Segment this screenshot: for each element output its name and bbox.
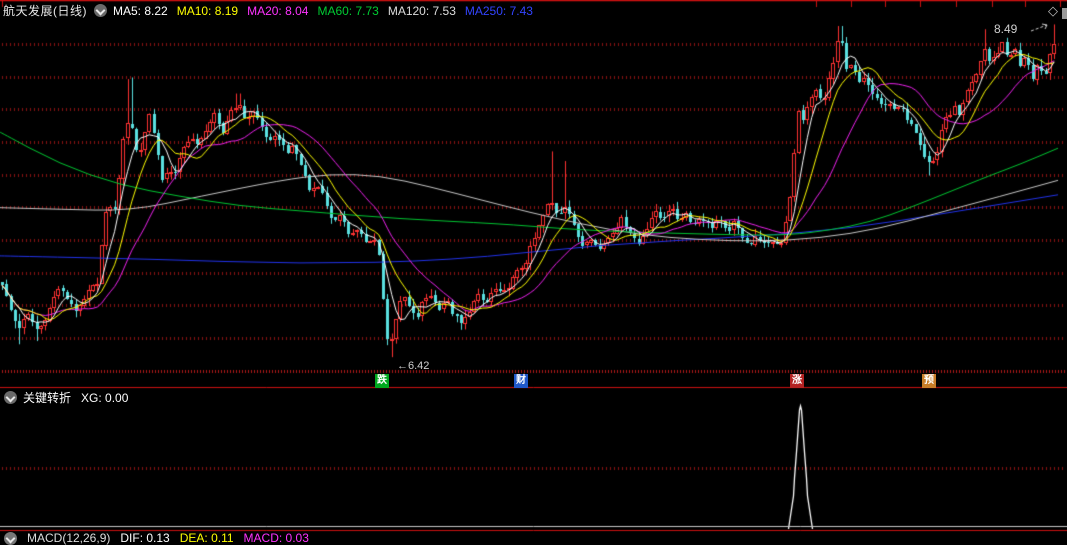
ma20-label: MA20: 8.04 <box>247 3 309 18</box>
macd-chevron-icon[interactable] <box>4 531 17 545</box>
ma5-label: MA5: 8.22 <box>113 3 168 18</box>
low-price-label: ←6.42 <box>397 360 429 372</box>
ma60-label: MA60: 7.73 <box>317 3 379 18</box>
stock-title: 航天发展(日线) <box>3 4 87 18</box>
diamond-marker-icon[interactable]: ◇ <box>1048 3 1058 19</box>
high-price-value: 8.49 <box>994 22 1018 36</box>
dea-label: DEA: 0.11 <box>179 531 234 545</box>
collapse-chevron-icon[interactable] <box>94 4 107 17</box>
low-price-value: 6.42 <box>408 360 430 372</box>
main-chart-canvas[interactable] <box>0 0 1067 537</box>
chevron-down-icon[interactable] <box>4 391 17 404</box>
chart-header: 航天发展(日线) MA5: 8.22 MA10: 8.19 MA20: 8.04… <box>3 2 533 19</box>
macd-header: MACD(12,26,9) DIF: 0.13 DEA: 0.11 MACD: … <box>3 531 309 545</box>
sub-indicator-name: 关键转折 <box>23 391 72 405</box>
sub-indicator-value: XG: 0.00 <box>81 390 129 405</box>
event-marker[interactable]: 财 <box>514 374 528 388</box>
app-root: 航天发展(日线) MA5: 8.22 MA10: 8.19 MA20: 8.04… <box>0 0 1067 545</box>
ma10-label: MA10: 8.19 <box>176 3 239 18</box>
sub-indicator-header: 关键转折 XG: 0.00 <box>3 389 128 406</box>
toolbar-button-partial[interactable] <box>1062 8 1067 19</box>
ma250-label: MA250: 7.43 <box>464 3 533 18</box>
event-marker[interactable]: 跌 <box>375 374 389 388</box>
event-marker[interactable]: 涨 <box>790 374 804 388</box>
dif-label: DIF: 0.13 <box>120 531 170 545</box>
macd-value-label: MACD: 0.03 <box>243 531 309 545</box>
ma120-label: MA120: 7.53 <box>387 3 456 18</box>
arrow-left-icon: ← <box>397 360 408 372</box>
macd-label: MACD(12,26,9) <box>27 531 111 545</box>
ma-legend: MA5: 8.22 MA10: 8.19 MA20: 8.04 MA60: 7.… <box>113 4 533 18</box>
event-marker[interactable]: 预 <box>922 374 936 388</box>
high-price-label: 8.49 <box>994 22 1017 36</box>
